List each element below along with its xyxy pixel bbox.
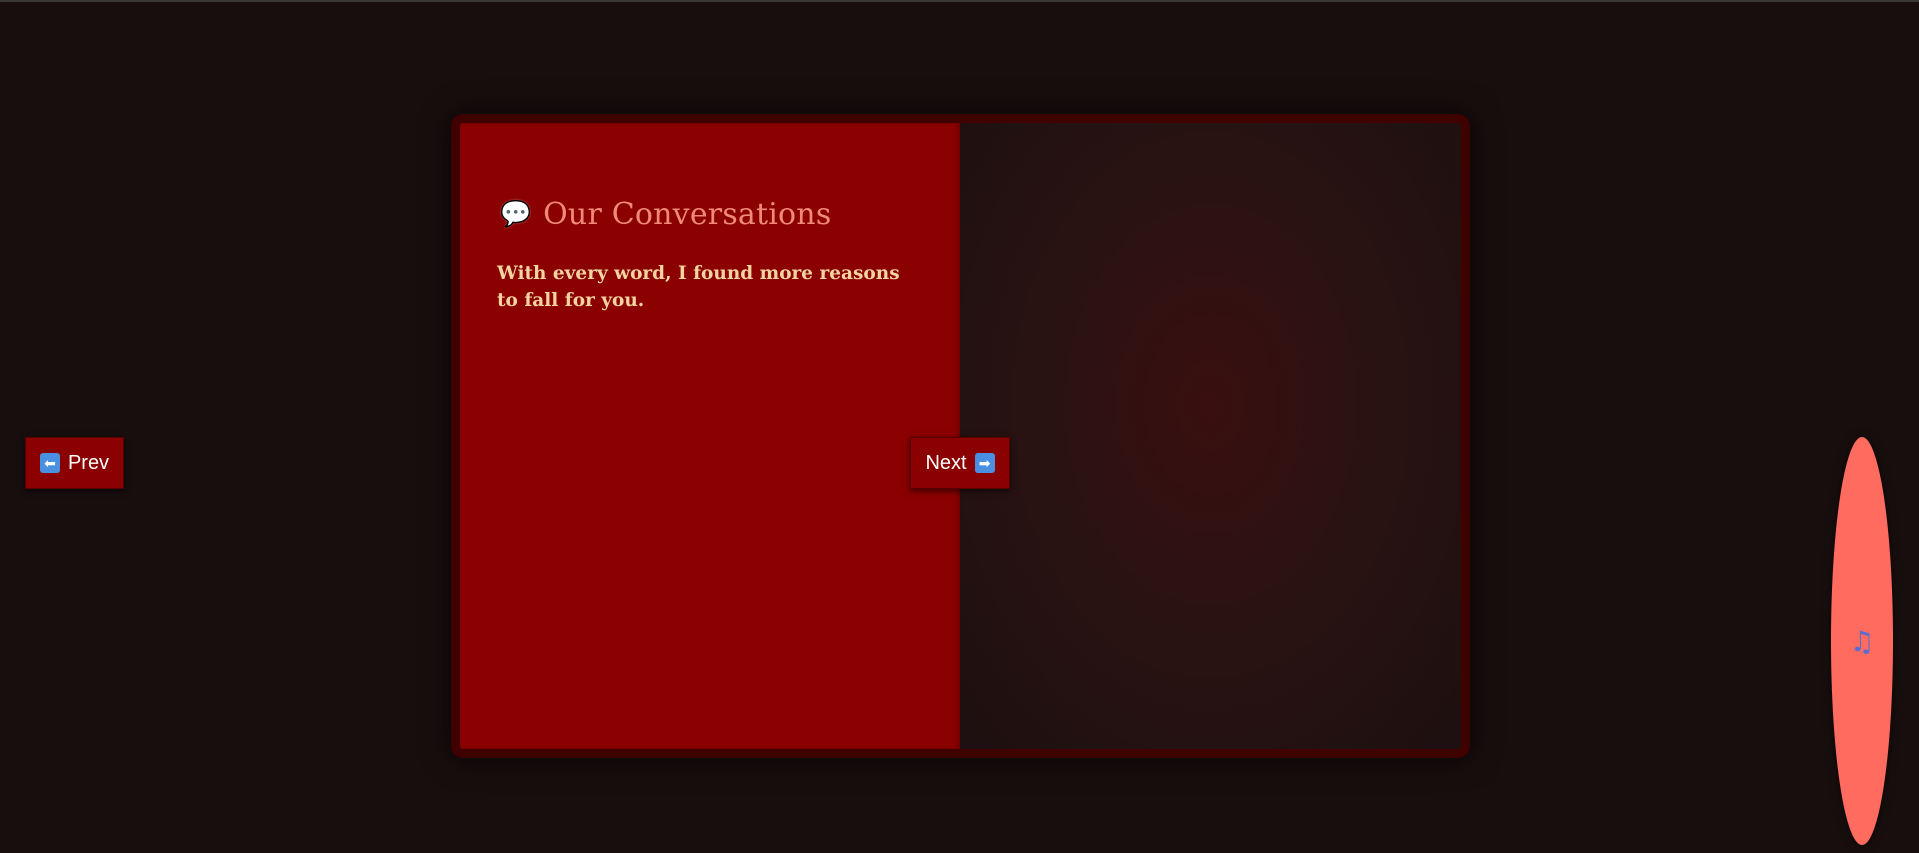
page-text: With every word, I found more reasons to… bbox=[497, 263, 900, 311]
right-arrow-icon: ➡ bbox=[974, 453, 995, 473]
page-title: Our Conversations bbox=[543, 197, 832, 232]
prev-button-label: Prev bbox=[67, 451, 110, 474]
window-top-border bbox=[0, 0, 1919, 2]
next-button[interactable]: Next ➡ bbox=[910, 437, 1010, 489]
page-heading: 💬 Our Conversations bbox=[500, 197, 831, 232]
music-note-icon: ♫ bbox=[1849, 624, 1875, 658]
book: 💬 Our Conversations With every word, I f… bbox=[451, 114, 1470, 758]
page-right bbox=[960, 123, 1461, 749]
page-left: 💬 Our Conversations With every word, I f… bbox=[460, 123, 960, 749]
left-arrow-icon: ⬅ bbox=[39, 453, 60, 473]
speech-bubble-icon: 💬 bbox=[500, 200, 532, 228]
next-button-label: Next bbox=[925, 451, 967, 474]
prev-button[interactable]: ⬅ Prev bbox=[25, 437, 124, 489]
music-toggle-button[interactable]: ♫ bbox=[1831, 437, 1893, 845]
